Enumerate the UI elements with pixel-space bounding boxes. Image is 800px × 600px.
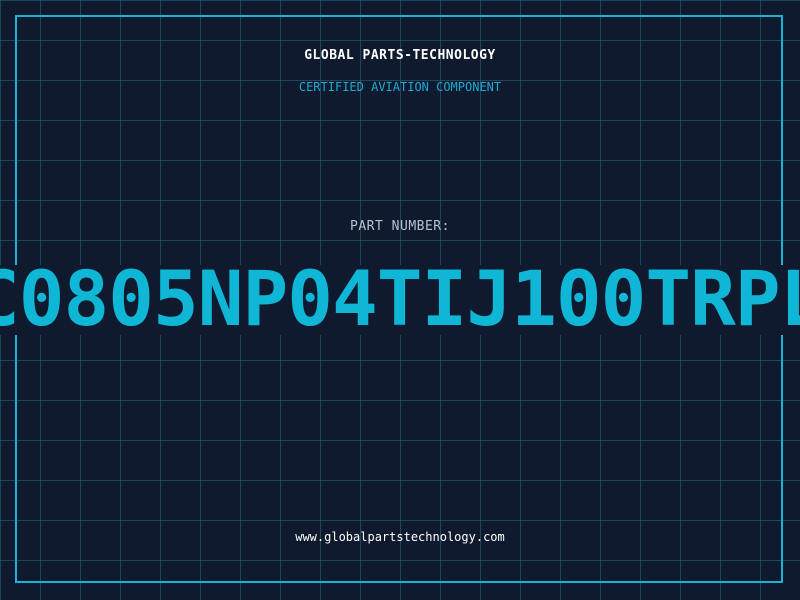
certificate-card: GLOBAL PARTS-TECHNOLOGY CERTIFIED AVIATI… (0, 0, 800, 600)
part-number-label: PART NUMBER: (350, 219, 450, 234)
certification-subtitle: CERTIFIED AVIATION COMPONENT (298, 80, 502, 94)
part-number-value: C0805NP04TIJ100TRPL (0, 254, 800, 343)
company-name: GLOBAL PARTS-TECHNOLOGY (304, 48, 496, 63)
website-link[interactable]: www.globalpartstechnology.com (0, 530, 800, 544)
